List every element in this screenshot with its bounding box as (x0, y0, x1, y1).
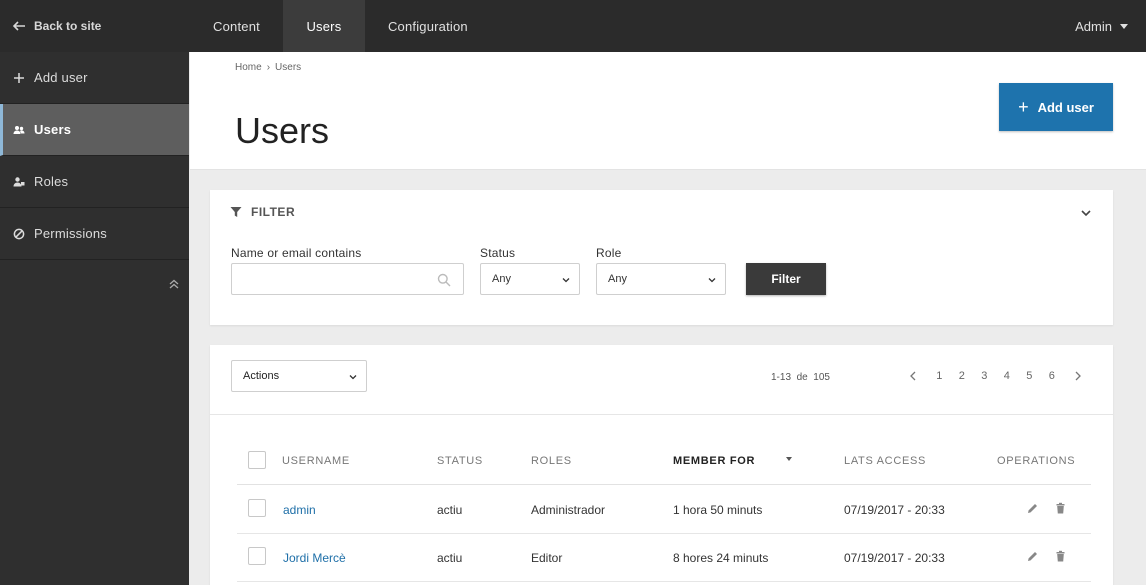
page-link-5[interactable]: 5 (1018, 365, 1041, 387)
main-tabs: Content Users Configuration (190, 0, 491, 52)
column-header-operations: OPERATIONS (997, 455, 1076, 467)
filter-heading-label: FILTER (251, 205, 296, 219)
plus-icon (14, 72, 24, 83)
tab-content[interactable]: Content (190, 0, 283, 52)
back-to-site-link[interactable]: Back to site (12, 0, 101, 52)
breadcrumb-separator: › (266, 62, 271, 73)
chevron-left-icon (910, 371, 916, 381)
user-member-for: 1 hora 50 minuts (673, 503, 763, 517)
page-title: Users (235, 110, 330, 151)
add-user-button-label: Add user (1037, 99, 1094, 115)
user-roles: Editor (531, 551, 563, 565)
sidebar-item-label: Permissions (34, 226, 107, 241)
tab-configuration[interactable]: Configuration (365, 0, 491, 52)
table-row: admin actiu Administrador 1 hora 50 minu… (237, 486, 1091, 534)
user-member-for: 8 hores 24 minuts (673, 551, 769, 565)
sidebar-item-roles[interactable]: Roles (0, 156, 189, 208)
filter-button[interactable]: Filter (746, 263, 826, 295)
chevron-right-icon (1075, 371, 1081, 381)
sidebar-item-permissions[interactable]: Permissions (0, 208, 189, 260)
sidebar-item-users[interactable]: Users (0, 104, 189, 156)
previous-page-button[interactable] (898, 371, 928, 381)
delete-trash-icon[interactable] (1054, 502, 1067, 515)
top-bar: Back to site Content Users Configuration… (0, 0, 1146, 52)
username-link[interactable]: Jordi Mercè (283, 551, 346, 565)
users-list-panel: Actions 1-13 de 105 1 2 3 4 5 6 USERNAME… (210, 345, 1113, 585)
result-range: 1-13 (771, 372, 792, 383)
column-header-roles[interactable]: ROLES (531, 455, 572, 467)
chevron-down-icon[interactable] (1080, 207, 1092, 219)
roles-icon (13, 176, 25, 186)
page-link-6[interactable]: 6 (1041, 365, 1064, 387)
chevron-down-icon (349, 375, 357, 380)
sidebar-item-label: Users (34, 122, 72, 137)
tab-users[interactable]: Users (282, 0, 365, 52)
table-header: USERNAME STATUS ROLES MEMBER FOR LATS AC… (237, 443, 1091, 485)
page-link-2[interactable]: 2 (951, 365, 974, 387)
chevron-down-icon (708, 278, 716, 283)
admin-label: Admin (1075, 18, 1112, 34)
sidebar-item-add-user[interactable]: Add user (0, 52, 189, 104)
sidebar: Add user Users Roles Permissions (0, 52, 189, 585)
name-filter-label: Name or email contains (231, 246, 362, 260)
delete-trash-icon[interactable] (1054, 550, 1067, 563)
bulk-actions-select[interactable]: Actions (231, 360, 367, 392)
sort-descending-icon[interactable] (786, 457, 792, 461)
page-link-4[interactable]: 4 (996, 365, 1019, 387)
edit-pencil-icon[interactable] (1026, 550, 1039, 563)
page-link-1[interactable]: 1 (928, 365, 951, 387)
bulk-actions-label: Actions (243, 370, 280, 382)
column-header-last-access[interactable]: LATS ACCESS (844, 455, 926, 467)
breadcrumb: Home › Users (235, 62, 301, 73)
name-filter-input[interactable] (232, 264, 432, 294)
row-checkbox[interactable] (248, 547, 266, 565)
filter-heading[interactable]: FILTER (230, 205, 295, 219)
user-last-access: 07/19/2017 - 20:33 (844, 503, 945, 517)
chevron-down-icon (562, 278, 570, 283)
permissions-icon (13, 228, 25, 239)
username-link[interactable]: admin (283, 503, 316, 517)
result-count: 1-13 de 105 (771, 372, 830, 383)
select-all-checkbox[interactable] (248, 451, 266, 469)
funnel-icon (230, 207, 242, 217)
sidebar-item-label: Add user (34, 70, 88, 85)
next-page-button[interactable] (1063, 371, 1093, 381)
page-link-3[interactable]: 3 (973, 365, 996, 387)
user-status: actiu (437, 551, 463, 565)
role-filter-label: Role (596, 246, 622, 260)
status-filter-label: Status (480, 246, 516, 260)
filter-panel: FILTER Name or email contains Status Any… (210, 190, 1113, 325)
search-icon (437, 273, 451, 287)
arrow-left-icon (12, 21, 25, 31)
admin-menu[interactable]: Admin (1075, 0, 1128, 52)
page-header: Home › Users Users + Add user (190, 52, 1146, 170)
result-total: 105 (813, 372, 830, 383)
column-header-username[interactable]: USERNAME (282, 455, 350, 467)
divider (210, 414, 1113, 415)
column-header-member-for[interactable]: MEMBER FOR (673, 455, 755, 467)
result-range-of: de (796, 372, 808, 383)
user-roles: Administrador (531, 503, 606, 517)
caret-down-icon (1120, 23, 1128, 29)
row-checkbox[interactable] (248, 499, 266, 517)
breadcrumb-users: Users (275, 62, 302, 73)
role-filter-value: Any (608, 273, 627, 285)
status-filter-select[interactable]: Any (480, 263, 580, 295)
breadcrumb-home[interactable]: Home (235, 62, 262, 73)
back-to-site-label: Back to site (34, 19, 102, 33)
sidebar-item-label: Roles (34, 174, 69, 189)
name-filter-field[interactable] (231, 263, 464, 295)
user-last-access: 07/19/2017 - 20:33 (844, 551, 945, 565)
users-icon (13, 125, 25, 134)
pagination: 1 2 3 4 5 6 (898, 365, 1093, 387)
role-filter-select[interactable]: Any (596, 263, 726, 295)
user-status: actiu (437, 503, 463, 517)
column-header-status[interactable]: STATUS (437, 455, 483, 467)
add-user-button[interactable]: + Add user (999, 83, 1113, 131)
collapse-sidebar-icon[interactable] (168, 278, 180, 290)
plus-icon: + (1018, 97, 1029, 117)
table-row: Jordi Mercè actiu Editor 8 hores 24 minu… (237, 534, 1091, 582)
edit-pencil-icon[interactable] (1026, 502, 1039, 515)
status-filter-value: Any (492, 273, 511, 285)
